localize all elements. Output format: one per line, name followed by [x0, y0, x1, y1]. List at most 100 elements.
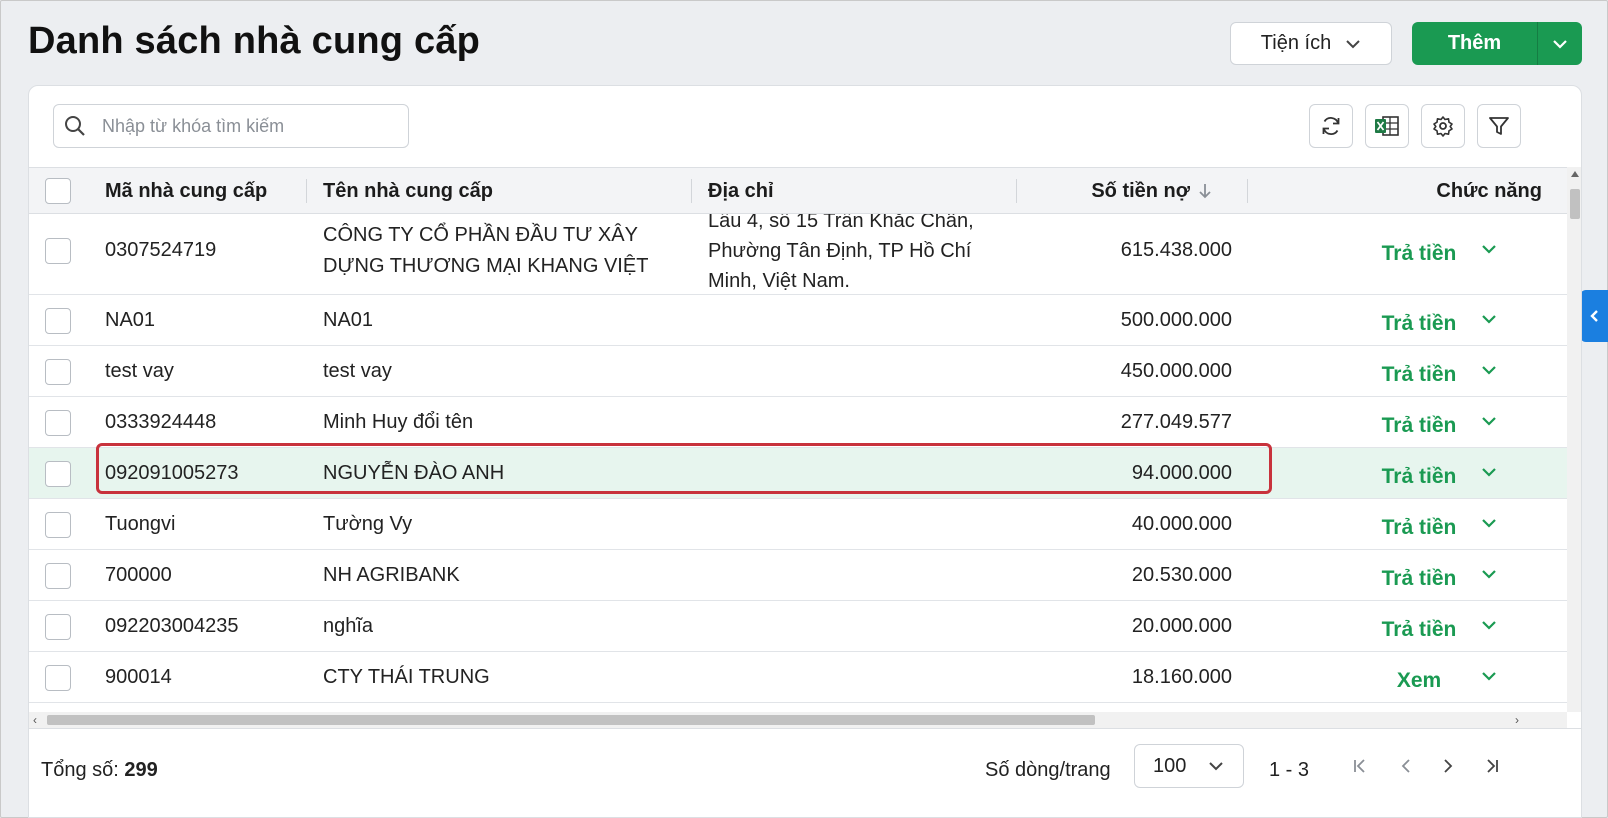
add-options-button[interactable]	[1537, 22, 1582, 65]
supplier-name: NA01	[323, 309, 374, 331]
table-row[interactable]: 092203004235 nghĩa 20.000.000 Trả tiền	[29, 601, 1567, 652]
sort-descending-icon	[1199, 184, 1211, 199]
chevron-down-icon	[1482, 467, 1496, 477]
horizontal-scroll-thumb[interactable]	[47, 715, 1095, 725]
chevron-down-icon	[1482, 671, 1496, 681]
row-more-button[interactable]	[1477, 397, 1501, 448]
supplier-address	[708, 550, 1008, 601]
row-more-button[interactable]	[1477, 652, 1501, 703]
scroll-left-arrow[interactable]: ‹	[33, 714, 37, 726]
settings-button[interactable]	[1421, 104, 1465, 148]
pay-button[interactable]: Trả tiền	[1359, 298, 1479, 349]
table-row[interactable]: 0333924448 Minh Huy đổi tên 277.049.577 Trả…	[29, 397, 1567, 448]
utilities-dropdown-button[interactable]: Tiện ích	[1230, 22, 1392, 65]
row-more-button[interactable]	[1477, 448, 1501, 499]
horizontal-scrollbar[interactable]: ‹ ›	[29, 712, 1567, 728]
refresh-button[interactable]	[1309, 104, 1353, 148]
row-checkbox[interactable]	[45, 664, 71, 691]
chevron-down-icon	[1482, 314, 1496, 324]
table-row[interactable]: 092091005273 NGUYỄN ĐÀO ANH 94.000.000 Trả …	[29, 448, 1567, 499]
filter-button[interactable]	[1477, 104, 1521, 148]
search-box[interactable]	[53, 104, 409, 148]
chevron-down-icon	[1482, 365, 1496, 375]
first-page-button[interactable]	[1345, 751, 1375, 781]
row-more-button[interactable]	[1477, 601, 1501, 652]
export-excel-button[interactable]	[1365, 104, 1409, 148]
debt-amount: 20.000.000	[1131, 615, 1232, 637]
supplier-name: Minh Huy đổi tên	[323, 411, 474, 433]
column-header-address[interactable]: Địa chỉ	[708, 168, 774, 214]
add-button[interactable]: Thêm	[1412, 22, 1537, 65]
page-size-value: 100	[1153, 754, 1187, 777]
chevron-left-icon	[1590, 310, 1598, 322]
chevron-down-icon	[1553, 39, 1567, 49]
side-panel-toggle[interactable]	[1580, 290, 1608, 342]
debt-header-label: Số tiền nợ	[1091, 179, 1190, 202]
table-row[interactable]: NA01 NA01 500.000.000 Trả tiền	[29, 295, 1567, 346]
column-header-code[interactable]: Mã nhà cung cấp	[105, 168, 267, 214]
pay-button[interactable]: Trả tiền	[1359, 214, 1479, 298]
pay-button[interactable]: Trả tiền	[1359, 451, 1479, 502]
row-more-button[interactable]	[1477, 499, 1501, 550]
table-row[interactable]: test vay test vay 450.000.000 Trả tiền	[29, 346, 1567, 397]
next-page-button[interactable]	[1433, 751, 1463, 781]
previous-page-button[interactable]	[1391, 751, 1421, 781]
gear-icon	[1433, 116, 1453, 137]
chevron-down-icon	[1482, 620, 1496, 630]
row-checkbox[interactable]	[45, 358, 71, 385]
table-row[interactable]: 0307524719 CÔNG TY CỔ PHẦN ĐẦU TƯ XÂY DỰN…	[29, 214, 1567, 295]
search-icon	[65, 116, 85, 136]
row-checkbox[interactable]	[45, 460, 71, 487]
vertical-scrollbar[interactable]	[1567, 167, 1581, 712]
select-all-checkbox[interactable]	[45, 178, 71, 204]
row-more-button[interactable]	[1477, 550, 1501, 601]
table-row[interactable]: 700000 NH AGRIBANK 20.530.000 Trả tiền	[29, 550, 1567, 601]
supplier-name: NH AGRIBANK	[323, 564, 460, 586]
row-checkbox[interactable]	[45, 307, 71, 334]
supplier-code: Tuongvi	[105, 513, 176, 535]
supplier-code: 092203004235	[105, 615, 239, 637]
pay-button[interactable]: Trả tiền	[1359, 604, 1479, 655]
vertical-scroll-thumb[interactable]	[1570, 189, 1580, 219]
column-divider[interactable]	[306, 179, 307, 203]
row-more-button[interactable]	[1477, 295, 1501, 346]
table-header: Mã nhà cung cấp Tên nhà cung cấp Địa chỉ…	[29, 167, 1567, 214]
excel-icon	[1375, 116, 1399, 136]
scroll-up-arrow[interactable]	[1571, 171, 1579, 177]
table-row[interactable]: 900014 CTY THÁI TRUNG 18.160.000 Xem	[29, 652, 1567, 703]
row-checkbox[interactable]	[45, 511, 71, 538]
supplier-address: Lầu 4, số 15 Trần Khắc Chân, Phường Tân …	[708, 214, 974, 292]
chevron-down-icon	[1346, 39, 1360, 48]
table-row[interactable]: Tuongvi Tường Vy 40.000.000 Trả tiền	[29, 499, 1567, 550]
debt-amount: 277.049.577	[1120, 411, 1232, 433]
page-size-select[interactable]: 100	[1134, 744, 1244, 788]
pay-button[interactable]: Trả tiền	[1359, 553, 1479, 604]
pay-button[interactable]: Trả tiền	[1359, 502, 1479, 553]
row-more-button[interactable]	[1477, 346, 1501, 397]
pay-button[interactable]: Trả tiền	[1359, 349, 1479, 400]
column-header-debt[interactable]: Số tiền nợ	[1091, 168, 1212, 214]
supplier-name: Tường Vy	[323, 513, 413, 535]
scroll-right-arrow[interactable]: ›	[1515, 714, 1519, 726]
supplier-address	[708, 652, 1008, 703]
table-row[interactable]: 128 đường số 34, Phường An	[29, 703, 1567, 712]
column-divider[interactable]	[1247, 179, 1248, 203]
table-body: 0307524719 CÔNG TY CỔ PHẦN ĐẦU TƯ XÂY DỰN…	[29, 214, 1567, 712]
total-count: Tổng số: 299	[41, 759, 158, 782]
row-checkbox[interactable]	[45, 562, 71, 589]
supplier-code: test vay	[105, 360, 174, 382]
row-checkbox[interactable]	[45, 409, 71, 436]
search-input[interactable]	[102, 115, 392, 137]
pay-button[interactable]: Trả tiền	[1359, 400, 1479, 451]
view-button[interactable]: Xem	[1359, 655, 1479, 706]
row-checkbox[interactable]	[45, 613, 71, 640]
column-header-name[interactable]: Tên nhà cung cấp	[323, 168, 493, 214]
supplier-name: CÔNG TY CỔ PHẦN ĐẦU TƯ XÂY DỰNG THƯƠNG M…	[323, 223, 649, 277]
last-page-button[interactable]	[1477, 751, 1507, 781]
row-checkbox[interactable]	[45, 237, 71, 264]
column-divider[interactable]	[691, 179, 692, 203]
column-divider[interactable]	[1016, 179, 1017, 203]
row-more-button[interactable]	[1477, 214, 1501, 295]
supplier-name: nghĩa	[323, 615, 374, 637]
chevron-down-icon	[1482, 569, 1496, 579]
